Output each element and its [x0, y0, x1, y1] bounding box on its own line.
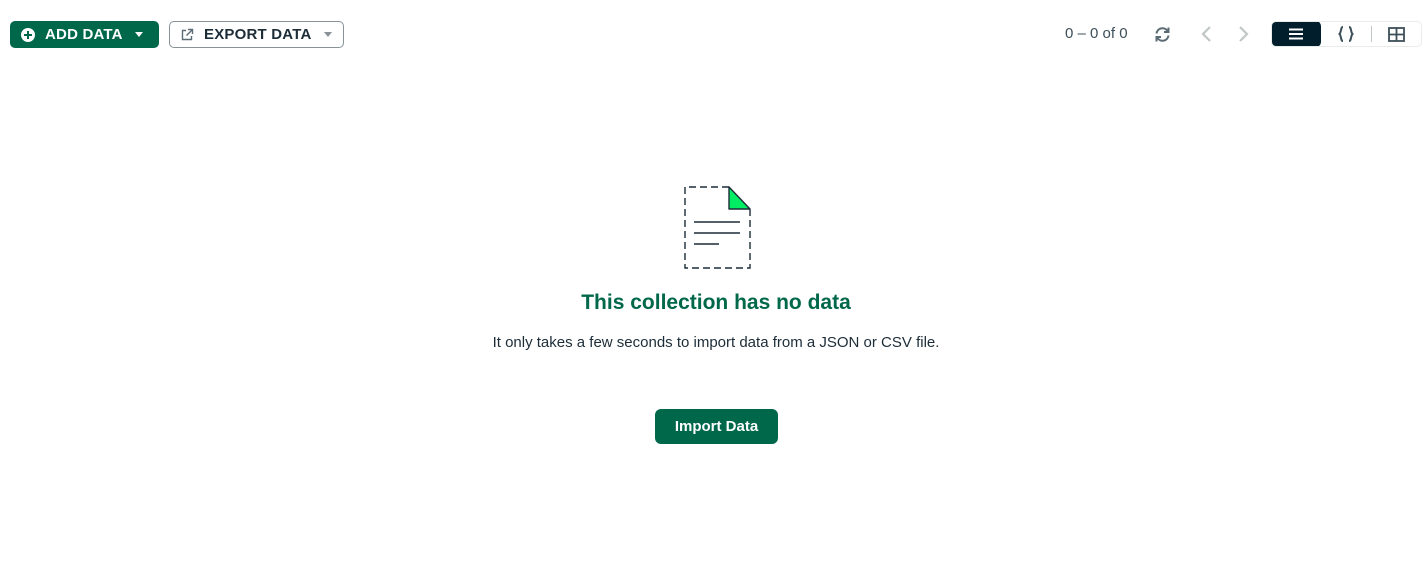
- export-data-label: EXPORT DATA: [204, 26, 312, 43]
- empty-document-icon: [684, 186, 751, 269]
- documents-toolbar: ADD DATA EXPORT DATA 0 – 0 of 0: [0, 0, 1423, 68]
- external-link-icon: [181, 28, 194, 40]
- caret-down-icon: [324, 32, 333, 37]
- curly-braces-icon: [1338, 26, 1354, 42]
- caret-down-icon: [134, 32, 143, 37]
- pagination-range: 0 – 0 of 0: [1065, 25, 1128, 42]
- view-mode-toggle: [1271, 21, 1422, 47]
- list-view-icon: [1289, 28, 1304, 40]
- plus-circle-icon: [21, 27, 35, 42]
- chevron-left-icon[interactable]: [1200, 24, 1214, 44]
- empty-state-title: This collection has no data: [581, 291, 851, 314]
- import-data-button[interactable]: Import Data: [655, 409, 778, 444]
- add-data-label: ADD DATA: [45, 26, 123, 43]
- table-view-button[interactable]: [1372, 22, 1421, 46]
- empty-state-description: It only takes a few seconds to import da…: [492, 334, 940, 351]
- list-view-button[interactable]: [1272, 22, 1322, 46]
- chevron-right-icon[interactable]: [1236, 24, 1250, 44]
- table-view-icon: [1387, 26, 1405, 42]
- add-data-button[interactable]: ADD DATA: [10, 21, 159, 48]
- json-view-button[interactable]: [1321, 22, 1370, 46]
- export-data-button[interactable]: EXPORT DATA: [169, 21, 344, 48]
- refresh-icon[interactable]: [1153, 25, 1172, 44]
